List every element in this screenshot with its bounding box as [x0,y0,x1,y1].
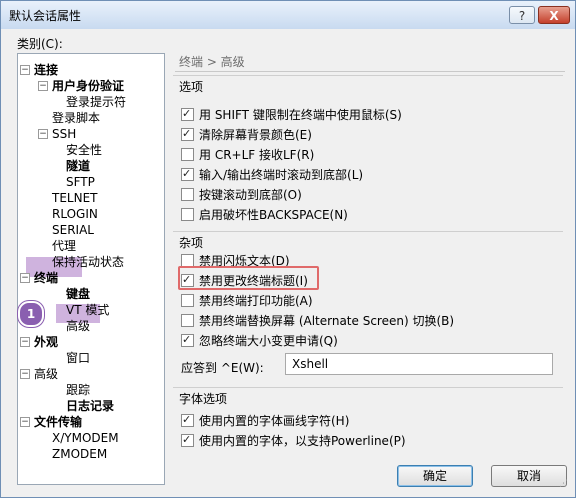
checkbox-label: 清除屏幕背景颜色(E) [199,128,312,142]
checkbox[interactable] [181,126,194,142]
options-group-title: 选项 [179,80,204,94]
checkbox-label: 忽略终端大小变更申请(Q) [199,334,338,348]
category-tree[interactable]: − 连接 − 用户身份验证 登录提示符 登录脚本 − SSH 安全性 隧道 SFTP TELNET RL… [17,53,165,485]
title-bar[interactable]: 默认会话属性 ? X [1,1,575,29]
tree-expander-icon[interactable]: − [20,65,30,75]
checkbox[interactable] [181,314,194,327]
tree-expander-icon[interactable]: − [20,417,30,427]
answerback-input[interactable]: Xshell [285,353,553,375]
tree-item[interactable]: SERIAL [52,222,94,238]
tree-item[interactable]: 文件传输 [34,414,82,430]
tree-expander-icon[interactable]: − [38,129,48,139]
checkbox[interactable] [181,412,194,428]
window-title: 默认会话属性 [9,9,82,23]
checkbox-row[interactable]: 使用内置的字体，以支持Powerline(P) [181,432,406,449]
checkbox[interactable] [181,208,194,221]
answerback-label: 应答到 ^E(W): [181,361,264,375]
annotation-badge: 1 [18,301,44,327]
tree-item[interactable]: X/YMODEM [52,430,119,446]
tree-expander-icon[interactable]: − [38,81,48,91]
tree-item[interactable]: 登录提示符 [66,94,126,110]
checkbox-label: 启用破坏性BACKSPACE(N) [199,208,348,222]
checkbox[interactable] [181,148,194,161]
checkbox-label: 使用内置的字体，以支持Powerline(P) [199,434,406,448]
cancel-button[interactable]: 取消 [491,465,567,487]
checkbox-row[interactable]: 输入/输出终端时滚动到底部(L) [181,166,364,183]
checkbox-label: 使用内置的字体画线字符(H) [199,414,350,428]
checkbox-row[interactable]: 禁用终端打印功能(A) [181,293,313,309]
checkbox-row[interactable]: 忽略终端大小变更申请(Q) [181,332,338,349]
checkbox-row[interactable]: 用 CR+LF 接收LF(R) [181,147,314,163]
font-options-group-title: 字体选项 [179,392,228,406]
tree-item[interactable]: RLOGIN [52,206,98,222]
checkbox[interactable] [181,332,194,348]
tree-expander-icon[interactable]: − [20,337,30,347]
checkbox-label: 禁用终端替换屏幕 (Alternate Screen) 切换(B) [199,314,455,328]
tree-item[interactable]: 用户身份验证 [52,78,124,94]
tree-item[interactable]: 隧道 [66,158,90,174]
checkbox-row[interactable]: 启用破坏性BACKSPACE(N) [181,207,348,223]
misc-group-title: 杂项 [179,236,204,250]
checkbox-label: 用 CR+LF 接收LF(R) [199,148,315,162]
tree-expander-icon[interactable]: − [20,273,30,283]
tree-item[interactable]: 高级 [66,318,90,334]
checkbox[interactable] [181,106,194,122]
resize-grip-icon[interactable]: ⋰ [559,479,569,489]
tree-item[interactable]: TELNET [52,190,98,206]
tree-item[interactable]: SSH [52,126,76,142]
checkbox-row[interactable]: 按键滚动到底部(O) [181,187,302,203]
checkbox[interactable] [181,166,194,182]
checkbox-label: 输入/输出终端时滚动到底部(L) [199,168,364,182]
breadcrumb: 终端 > 高级 [175,53,565,72]
checkbox[interactable] [181,294,194,307]
checkbox-row[interactable]: 用 SHIFT 键限制在终端中使用鼠标(S) [181,106,402,123]
tree-item[interactable]: 登录脚本 [52,110,100,126]
checkbox-row[interactable]: 禁用终端替换屏幕 (Alternate Screen) 切换(B) [181,313,454,329]
checkbox-label: 按键滚动到底部(O) [199,188,302,202]
checkbox-row[interactable]: 清除屏幕背景颜色(E) [181,126,312,143]
tree-item[interactable]: 代理 [52,238,76,254]
tree-item[interactable]: 外观 [34,334,58,350]
tree-item[interactable]: 高级 [34,366,58,382]
tree-item[interactable]: 终端 [34,270,58,286]
checkbox-label: 用 SHIFT 键限制在终端中使用鼠标(S) [199,108,402,122]
tree-item[interactable]: VT 模式 [66,302,109,318]
tree-item[interactable]: SFTP [66,174,95,190]
tree-item[interactable]: ZMODEM [52,446,107,462]
help-button[interactable]: ? [509,6,535,24]
checkbox[interactable] [181,188,194,201]
tree-item[interactable]: 窗口 [66,350,90,366]
checkbox-label: 禁用终端打印功能(A) [199,294,313,308]
tree-item[interactable]: 跟踪 [66,382,90,398]
ok-button[interactable]: 确定 [397,465,473,487]
dialog-client: 类别(C): − 连接 − 用户身份验证 登录提示符 登录脚本 − SSH 安全性 隧道 SFTP T… [5,29,571,491]
dialog-window: 默认会话属性 ? X 类别(C): − 连接 − 用户身份验证 登录提示符 登录脚本 − SS… [0,0,576,498]
highlight-frame [178,266,319,290]
category-label: 类别(C): [17,37,63,51]
tree-item[interactable]: 保持活动状态 [52,254,124,270]
tree-item[interactable]: 键盘 [66,286,90,302]
tree-expander-icon[interactable]: − [20,369,30,379]
close-button[interactable]: X [538,6,570,24]
checkbox-row[interactable]: 使用内置的字体画线字符(H) [181,412,350,429]
checkbox[interactable] [181,432,194,448]
tree-item[interactable]: 安全性 [66,142,102,158]
tree-item[interactable]: 日志记录 [66,398,114,414]
tree-item[interactable]: 连接 [34,62,58,78]
